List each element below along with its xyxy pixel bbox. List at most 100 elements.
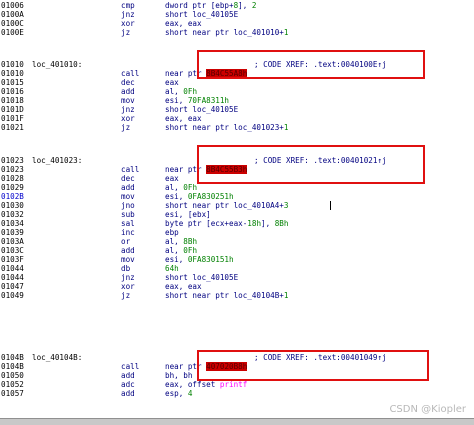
operand-token: short loc_40105E: [165, 105, 239, 114]
instruction-operands[interactable]: al, 8Bh: [165, 237, 197, 246]
instruction-mnemonic: call: [121, 165, 140, 174]
operand-token: 0Fh: [183, 87, 198, 96]
instruction-operands[interactable]: short near ptr loc_4010A4+3: [165, 201, 288, 210]
operand-token: al,: [165, 246, 184, 255]
instruction-operands[interactable]: short loc_40105E: [165, 105, 238, 114]
operand-token: 8Bh: [183, 237, 198, 246]
instruction-mnemonic: jz: [121, 28, 131, 37]
instruction-line[interactable]: 0103C add al, 0Fh: [0, 246, 474, 255]
instruction-line[interactable]: 01044 db 64h: [0, 264, 474, 273]
line-address: 01030: [1, 201, 24, 210]
instruction-mnemonic: add: [121, 87, 135, 96]
instruction-operands[interactable]: al, 0Fh: [165, 183, 197, 192]
instruction-line[interactable]: 01049 jz short near ptr loc_40104B+1: [0, 291, 474, 300]
instruction-mnemonic: mov: [121, 192, 135, 201]
operand-token: dword ptr [ebp+: [165, 1, 234, 10]
instruction-line[interactable]: 0100C xor eax, eax: [0, 19, 474, 28]
instruction-operands[interactable]: short loc_40105E: [165, 273, 238, 282]
line-address: 0101F: [1, 114, 24, 123]
instruction-operands[interactable]: short loc_40105E: [165, 10, 238, 19]
operand-token: 8Bh: [274, 219, 289, 228]
instruction-line[interactable]: 01015 dec eax: [0, 78, 474, 87]
operand-token: short near ptr loc_40104B+: [165, 291, 284, 300]
instruction-line[interactable]: 01021 jz short near ptr loc_401023+1: [0, 123, 474, 132]
instruction-line[interactable]: 01052 adc eax, offset printf: [0, 380, 474, 389]
instruction-operands[interactable]: eax, offset printf: [165, 380, 247, 389]
instruction-line[interactable]: 0100A jnz short loc_40105E: [0, 10, 474, 19]
line-address: 01032: [1, 210, 24, 219]
operand-token: 2: [251, 1, 257, 10]
instruction-operands[interactable]: short near ptr loc_401010+1: [165, 28, 288, 37]
instruction-mnemonic: mov: [121, 96, 135, 105]
operand-token: eax: [165, 78, 179, 87]
instruction-operands[interactable]: dword ptr [ebp+8], 2: [165, 1, 256, 10]
instruction-line[interactable]: 01034 sal byte ptr [ecx+eax-18h], 8Bh: [0, 219, 474, 228]
instruction-operands[interactable]: esi, 0FA830151h: [165, 255, 234, 264]
operand-token: esi, [ebx]: [165, 210, 211, 219]
code-label[interactable]: loc_40104B:: [32, 353, 82, 362]
line-address: 01057: [1, 389, 24, 398]
xref-highlight-box-3: [197, 350, 429, 381]
instruction-line[interactable]: 01006 cmp dword ptr [ebp+8], 2: [0, 1, 474, 10]
instruction-operands[interactable]: esp, 4: [165, 389, 192, 398]
instruction-operands[interactable]: al, 0Fh: [165, 87, 197, 96]
instruction-operands[interactable]: ebp: [165, 228, 179, 237]
line-address: 0103C: [1, 246, 24, 255]
instruction-operands[interactable]: 64h: [165, 264, 179, 273]
instruction-line[interactable]: 01032 sub esi, [ebx]: [0, 210, 474, 219]
instruction-line[interactable]: 01047 xor eax, eax: [0, 282, 474, 291]
instruction-operands[interactable]: short near ptr loc_40104B+1: [165, 291, 288, 300]
instruction-mnemonic: dec: [121, 174, 135, 183]
instruction-mnemonic: jnz: [121, 10, 135, 19]
instruction-operands[interactable]: eax, eax: [165, 114, 202, 123]
instruction-line[interactable]: 01018 mov esi, 70FA8311h: [0, 96, 474, 105]
function-reference: printf: [219, 380, 248, 389]
instruction-operands[interactable]: al, 0Fh: [165, 246, 197, 255]
instruction-line[interactable]: 0103F mov esi, 0FA830151h: [0, 255, 474, 264]
instruction-line[interactable]: 0103A or al, 8Bh: [0, 237, 474, 246]
instruction-operands[interactable]: short near ptr loc_401023+1: [165, 123, 288, 132]
instruction-line[interactable]: 01044 jnz short loc_40105E: [0, 273, 474, 282]
operand-token: al,: [165, 87, 184, 96]
instruction-line[interactable]: 01030 jno short near ptr loc_4010A4+3: [0, 201, 474, 210]
code-label[interactable]: loc_401023:: [32, 156, 82, 165]
operand-token: ],: [238, 1, 252, 10]
instruction-operands[interactable]: eax: [165, 78, 179, 87]
instruction-line[interactable]: 01057 add esp, 4: [0, 389, 474, 398]
line-address: 01018: [1, 96, 24, 105]
line-address: 0100E: [1, 28, 24, 37]
instruction-operands[interactable]: esi, 70FA8311h: [165, 96, 229, 105]
line-address: 01028: [1, 174, 24, 183]
operand-token: esi,: [165, 192, 188, 201]
operand-token: eax, eax: [165, 282, 202, 291]
instruction-mnemonic: dec: [121, 78, 135, 87]
instruction-operands[interactable]: esi, 0FA830251h: [165, 192, 234, 201]
operand-token: short near ptr loc_401010+: [165, 28, 284, 37]
instruction-operands[interactable]: eax, eax: [165, 282, 202, 291]
line-address: 01044: [1, 273, 24, 282]
instruction-line[interactable]: 01016 add al, 0Fh: [0, 87, 474, 96]
instruction-line[interactable]: 0102B mov esi, 0FA830251h: [0, 192, 474, 201]
instruction-line[interactable]: 0101D jnz short loc_40105E: [0, 105, 474, 114]
instruction-operands[interactable]: eax, eax: [165, 19, 202, 28]
instruction-mnemonic: jnz: [121, 273, 135, 282]
line-address: 01021: [1, 123, 24, 132]
operand-token: eax: [165, 174, 179, 183]
instruction-line[interactable]: 0100E jz short near ptr loc_401010+1: [0, 28, 474, 37]
operand-token: 3: [283, 201, 289, 210]
instruction-mnemonic: add: [121, 371, 135, 380]
instruction-operands[interactable]: eax: [165, 174, 179, 183]
instruction-mnemonic: jno: [121, 201, 135, 210]
instruction-line[interactable]: 01039 inc ebp: [0, 228, 474, 237]
operand-token: al,: [165, 183, 184, 192]
instruction-line[interactable]: 01029 add al, 0Fh: [0, 183, 474, 192]
line-address: 01044: [1, 264, 24, 273]
code-label[interactable]: loc_401010:: [32, 60, 82, 69]
instruction-operands[interactable]: esi, [ebx]: [165, 210, 211, 219]
instruction-operands[interactable]: bh, bh: [165, 371, 192, 380]
line-address: 01029: [1, 183, 24, 192]
line-address: 01016: [1, 87, 24, 96]
instruction-operands[interactable]: byte ptr [ecx+eax-18h], 8Bh: [165, 219, 288, 228]
instruction-line[interactable]: 0101F xor eax, eax: [0, 114, 474, 123]
operand-token: esi,: [165, 255, 188, 264]
